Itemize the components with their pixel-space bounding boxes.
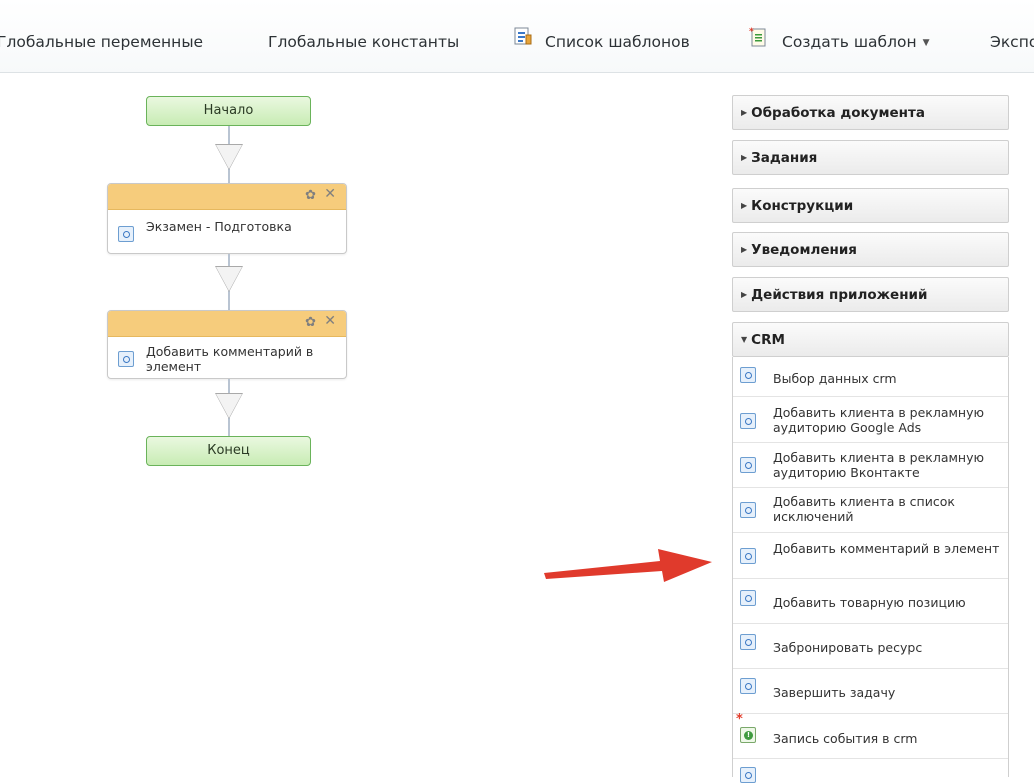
event-new-icon: ! bbox=[740, 727, 756, 743]
crm-item-log-event[interactable]: * ! Запись события в crm bbox=[733, 712, 1008, 759]
activity-icon bbox=[118, 226, 134, 242]
chevron-right-icon: ▶ bbox=[741, 245, 748, 254]
chevron-right-icon: ▶ bbox=[741, 108, 748, 117]
template-list-button[interactable]: Список шаблонов bbox=[545, 31, 690, 53]
section-label: Обработка документа bbox=[751, 105, 925, 121]
activity-title: Добавить комментарий в элемент bbox=[146, 344, 314, 374]
section-crm[interactable]: ▼ CRM bbox=[732, 322, 1009, 357]
section-app-actions[interactable]: ▶ Действия приложений bbox=[732, 277, 1009, 312]
chevron-down-icon: ▼ bbox=[741, 335, 748, 344]
designer-toolbar: Глобальные переменные Глобальные констан… bbox=[0, 0, 1034, 73]
crm-item-book-resource[interactable]: Забронировать ресурс bbox=[733, 624, 1008, 669]
list-document-icon[interactable] bbox=[513, 26, 533, 48]
create-template-label: Создать шаблон bbox=[782, 33, 917, 51]
annotation-arrow-icon bbox=[544, 549, 712, 582]
crm-item-complete-task[interactable]: Завершить задачу bbox=[733, 669, 1008, 714]
section-constructs[interactable]: ▶ Конструкции bbox=[732, 188, 1009, 223]
chevron-right-icon: ▶ bbox=[741, 153, 748, 162]
activity-block[interactable]: ✿ ✕ Экзамен - Подготовка bbox=[107, 183, 347, 254]
chevron-down-icon: ▼ bbox=[922, 37, 930, 48]
new-badge-icon: * bbox=[736, 712, 743, 727]
svg-text:*: * bbox=[749, 27, 754, 37]
activity-icon bbox=[740, 767, 756, 783]
crm-activity-list: Выбор данных crm Добавить клиента в рекл… bbox=[732, 357, 1009, 783]
crm-item-add-comment[interactable]: Добавить комментарий в элемент bbox=[733, 533, 1008, 579]
crm-item-label: Завершить задачу bbox=[773, 685, 896, 700]
section-label: Конструкции bbox=[751, 198, 854, 214]
section-label: Уведомления bbox=[751, 242, 857, 258]
global-constants-button[interactable]: Глобальные константы bbox=[268, 31, 459, 53]
activity-icon bbox=[118, 351, 134, 367]
activity-icon bbox=[740, 548, 756, 564]
global-variables-button[interactable]: Глобальные переменные bbox=[0, 31, 203, 53]
close-icon[interactable]: ✕ bbox=[324, 313, 336, 329]
crm-item-label: Добавить клиента в список исключений bbox=[773, 494, 955, 524]
activity-icon bbox=[740, 367, 756, 383]
crm-item-vkontakte[interactable]: Добавить клиента в рекламную аудиторию В… bbox=[733, 443, 1008, 488]
gear-icon[interactable]: ✿ bbox=[305, 188, 316, 203]
activity-block[interactable]: ✿ ✕ Добавить комментарий в элемент bbox=[107, 310, 347, 379]
export-button[interactable]: Экспо bbox=[990, 31, 1034, 53]
flow-arrow-icon bbox=[215, 393, 243, 419]
crm-item-label: Забронировать ресурс bbox=[773, 640, 923, 655]
section-document-processing[interactable]: ▶ Обработка документа bbox=[732, 95, 1009, 130]
section-label: Задания bbox=[751, 150, 818, 166]
section-label: Действия приложений bbox=[751, 287, 928, 303]
activity-icon bbox=[740, 678, 756, 694]
crm-item-label: Добавить товарную позицию bbox=[773, 595, 966, 610]
close-icon[interactable]: ✕ bbox=[324, 186, 336, 202]
activity-icon bbox=[740, 590, 756, 606]
crm-item-google-ads[interactable]: Добавить клиента в рекламную аудиторию G… bbox=[733, 397, 1008, 443]
section-notifications[interactable]: ▶ Уведомления bbox=[732, 232, 1009, 267]
chevron-right-icon: ▶ bbox=[741, 290, 748, 299]
activity-icon bbox=[740, 457, 756, 473]
crm-item-label: Добавить клиента в рекламную аудиторию В… bbox=[773, 450, 985, 480]
start-node[interactable]: Начало bbox=[146, 96, 311, 126]
activity-icon bbox=[740, 502, 756, 518]
crm-item-exclusion-list[interactable]: Добавить клиента в список исключений bbox=[733, 488, 1008, 533]
flow-arrow-icon bbox=[215, 144, 243, 170]
create-template-button[interactable]: Создать шаблон ▼ bbox=[782, 31, 930, 53]
crm-item-label: Запись события в crm bbox=[773, 731, 918, 746]
activity-icon bbox=[740, 413, 756, 429]
chevron-right-icon: ▶ bbox=[741, 201, 748, 210]
activity-icon bbox=[740, 634, 756, 650]
activity-header: ✿ ✕ bbox=[108, 184, 346, 210]
section-label: CRM bbox=[751, 332, 785, 348]
crm-item-add-product[interactable]: Добавить товарную позицию bbox=[733, 579, 1008, 624]
crm-item-next[interactable] bbox=[733, 759, 1008, 783]
end-node[interactable]: Конец bbox=[146, 436, 311, 466]
crm-item-label: Выбор данных crm bbox=[773, 371, 897, 386]
activity-title: Экзамен - Подготовка bbox=[146, 219, 292, 234]
crm-item-label: Добавить комментарий в элемент bbox=[773, 541, 1000, 556]
crm-item-select-data[interactable]: Выбор данных crm bbox=[733, 357, 1008, 397]
flow-arrow-icon bbox=[215, 266, 243, 292]
activity-header: ✿ ✕ bbox=[108, 311, 346, 337]
section-tasks[interactable]: ▶ Задания bbox=[732, 140, 1009, 175]
new-document-icon[interactable]: * bbox=[749, 26, 769, 48]
gear-icon[interactable]: ✿ bbox=[305, 315, 316, 330]
crm-item-label: Добавить клиента в рекламную аудиторию G… bbox=[773, 405, 985, 435]
